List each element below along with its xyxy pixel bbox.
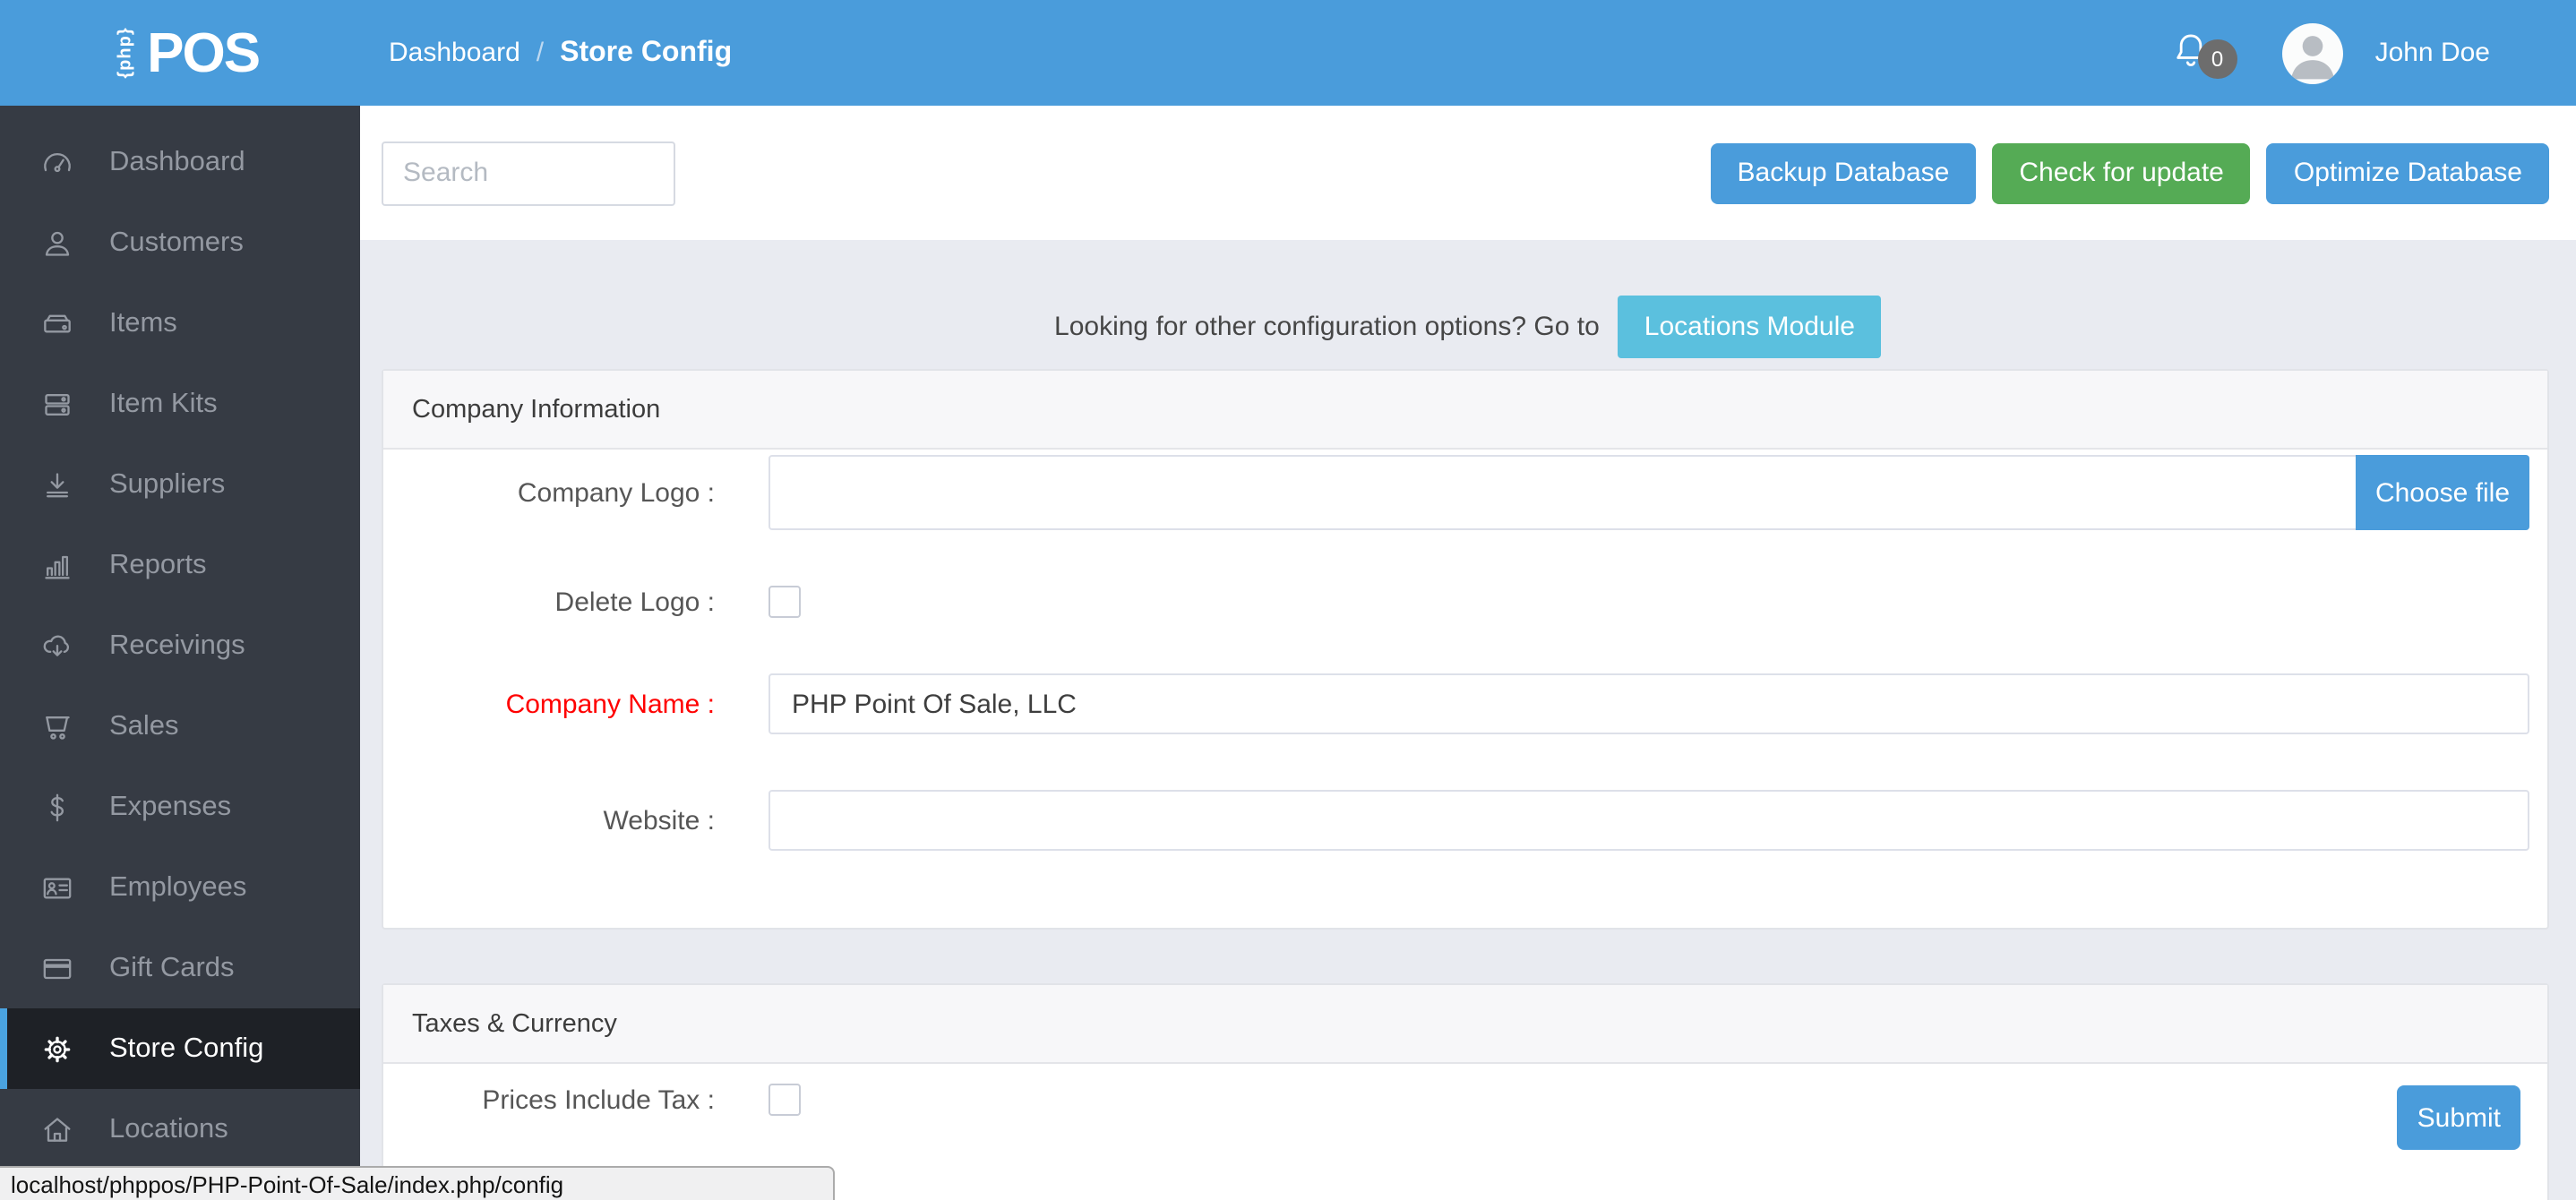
website-label: Website : [603, 805, 716, 836]
sidebar-item-items[interactable]: Items [0, 283, 360, 364]
page-content: Looking for other configuration options?… [360, 240, 2576, 1200]
toolbar-buttons: Backup Database Check for update Optimiz… [1710, 142, 2549, 203]
receivings-icon [39, 628, 75, 664]
page-title: Store Config [560, 37, 733, 67]
delete-logo-row: Delete Logo : [410, 586, 2529, 618]
person-silhouette-icon [2290, 35, 2334, 79]
delete-logo-label: Delete Logo : [554, 587, 715, 617]
submit-button[interactable]: Submit [2397, 1085, 2520, 1150]
items-icon [39, 305, 75, 341]
search-input[interactable] [382, 141, 675, 205]
breadcrumb: Dashboard / Store Config [389, 37, 732, 69]
brand-logo[interactable]: {php} POS [0, 25, 360, 81]
status-url: localhost/phppos/PHP-Point-Of-Sale/index… [11, 1170, 564, 1197]
sidebar-item-store-config[interactable]: Store Config [0, 1008, 360, 1089]
gift-cards-icon [39, 950, 75, 986]
sidebar-item-label: Receivings [109, 630, 245, 660]
delete-logo-checkbox[interactable] [769, 586, 801, 618]
sidebar-item-label: Items [109, 307, 177, 338]
company-name-input[interactable] [769, 673, 2529, 734]
sidebar-item-label: Locations [109, 1113, 228, 1144]
panel-header: Company Information [383, 371, 2547, 450]
website-input[interactable] [769, 790, 2529, 851]
sidebar-item-label: Expenses [109, 791, 232, 821]
company-logo-label: Company Logo : [517, 477, 715, 508]
company-information-panel: Company Information Company Logo : Choos… [382, 369, 2549, 930]
breadcrumb-section[interactable]: Dashboard [389, 38, 520, 68]
sidebar-item-label: Reports [109, 549, 207, 579]
notifications-button[interactable]: 0 [2168, 19, 2246, 87]
prices-include-tax-checkbox[interactable] [769, 1084, 801, 1116]
sidebar-item-label: Sales [109, 710, 179, 741]
dashboard-icon [39, 144, 75, 180]
sidebar-item-label: Employees [109, 871, 247, 902]
backup-database-button[interactable]: Backup Database [1710, 142, 1977, 203]
optimize-database-button[interactable]: Optimize Database [2266, 142, 2549, 203]
panel-title: Taxes & Currency [412, 1009, 617, 1038]
sidebar-item-label: Gift Cards [109, 952, 235, 982]
locations-icon [39, 1111, 75, 1147]
locations-module-button[interactable]: Locations Module [1617, 296, 1882, 358]
sales-icon [39, 708, 75, 744]
top-navbar: {php} POS Dashboard / Store Config 0 Joh… [0, 0, 2576, 106]
employees-icon [39, 870, 75, 905]
company-name-row: Company Name : [410, 673, 2529, 734]
website-row: Website : [410, 790, 2529, 851]
sidebar-item-sales[interactable]: Sales [0, 686, 360, 767]
sidebar-item-locations[interactable]: Locations [0, 1089, 360, 1170]
brand-name: POS [147, 21, 261, 84]
prices-include-tax-row: Prices Include Tax : [410, 1084, 2529, 1116]
company-name-label: Company Name : [505, 689, 715, 719]
store-config-icon [39, 1031, 75, 1067]
check-for-update-button[interactable]: Check for update [1992, 142, 2251, 203]
user-name[interactable]: John Doe [2375, 38, 2490, 68]
panel-header: Taxes & Currency [383, 985, 2547, 1064]
banner-text: Looking for other configuration options?… [1054, 312, 1600, 342]
avatar[interactable] [2281, 22, 2343, 83]
sidebar-item-label: Store Config [109, 1033, 264, 1063]
customers-icon [39, 225, 75, 261]
sidebar-item-customers[interactable]: Customers [0, 202, 360, 283]
panel-title: Company Information [412, 395, 661, 424]
sidebar-item-label: Item Kits [109, 388, 218, 418]
suppliers-icon [39, 467, 75, 502]
sidebar-item-dashboard[interactable]: Dashboard [0, 122, 360, 202]
panel-body: Company Logo : Choose file Delete Logo :… [383, 450, 2547, 928]
topbar-right-cluster: 0 John Doe [2168, 19, 2490, 87]
choose-file-button[interactable]: Choose file [2356, 455, 2529, 530]
sidebar-nav: Dashboard Customers Items Item Kits Supp… [0, 106, 360, 1200]
app-window: {php} POS Dashboard / Store Config 0 Joh… [0, 0, 2576, 1200]
notification-count-badge: 0 [2197, 39, 2237, 78]
sidebar-item-item-kits[interactable]: Item Kits [0, 364, 360, 444]
sidebar-item-label: Dashboard [109, 146, 245, 176]
sidebar-item-receivings[interactable]: Receivings [0, 605, 360, 686]
sidebar-item-label: Customers [109, 227, 244, 257]
expenses-icon [39, 789, 75, 825]
reports-icon [39, 547, 75, 583]
prices-include-tax-label: Prices Include Tax : [482, 1084, 715, 1115]
toolbar: Backup Database Check for update Optimiz… [360, 106, 2576, 240]
sidebar-item-suppliers[interactable]: Suppliers [0, 444, 360, 525]
sidebar-item-label: Suppliers [109, 468, 226, 499]
browser-status-bar: localhost/phppos/PHP-Point-Of-Sale/index… [0, 1166, 835, 1200]
sidebar-item-reports[interactable]: Reports [0, 525, 360, 605]
brand-prefix: {php} [116, 27, 137, 79]
config-options-banner: Looking for other configuration options?… [360, 296, 2576, 358]
item-kits-icon [39, 386, 75, 422]
breadcrumb-separator: / [536, 38, 545, 68]
company-logo-row: Company Logo : Choose file [410, 455, 2529, 530]
sidebar-item-expenses[interactable]: Expenses [0, 767, 360, 847]
sidebar-item-gift-cards[interactable]: Gift Cards [0, 928, 360, 1008]
sidebar-item-employees[interactable]: Employees [0, 847, 360, 928]
company-logo-file-input[interactable]: Choose file [769, 455, 2529, 530]
